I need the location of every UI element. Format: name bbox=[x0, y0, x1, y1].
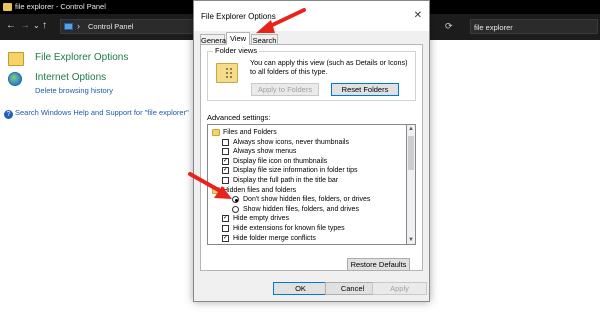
setting-checkbox[interactable] bbox=[222, 138, 229, 146]
result-title[interactable]: Internet Options bbox=[35, 72, 106, 83]
control-panel-icon bbox=[64, 23, 73, 30]
address-path[interactable]: Control Panel bbox=[88, 22, 133, 31]
setting-label: Always show icons, never thumbnails bbox=[233, 138, 349, 146]
setting-checkbox[interactable] bbox=[222, 225, 229, 232]
chevron-down-icon[interactable]: ⌄ bbox=[33, 20, 40, 32]
annotation-arrow-hidden-files bbox=[188, 172, 232, 199]
restore-defaults-button[interactable]: Restore Defaults bbox=[347, 258, 410, 271]
folder-options-icon bbox=[8, 52, 24, 66]
apply-button[interactable]: Apply bbox=[372, 282, 427, 295]
help-link[interactable]: ? Search Windows Help and Support for "fi… bbox=[4, 108, 189, 119]
advanced-settings-label: Advanced settings: bbox=[207, 113, 271, 122]
search-box[interactable] bbox=[470, 19, 598, 34]
result-title[interactable]: File Explorer Options bbox=[35, 52, 128, 63]
setting-label: Always show menus bbox=[233, 148, 297, 156]
folder-views-group: Folder views You can apply this view (su… bbox=[207, 46, 416, 101]
folder-icon bbox=[3, 3, 12, 11]
reset-folders-button[interactable]: Reset Folders bbox=[331, 83, 399, 96]
scroll-up-icon[interactable]: ▲ bbox=[408, 126, 414, 132]
close-icon[interactable]: ✕ bbox=[414, 10, 422, 21]
folder-icon bbox=[212, 129, 220, 136]
setting-label: Display the full path in the title bar bbox=[233, 177, 339, 184]
tab-general[interactable]: General bbox=[200, 34, 228, 45]
setting-label: Files and Folders bbox=[223, 129, 277, 136]
result-subtitle-link[interactable]: Delete browsing history bbox=[35, 86, 113, 95]
forward-arrow-icon[interactable]: → bbox=[20, 20, 30, 32]
tab-view[interactable]: View bbox=[226, 32, 250, 45]
back-arrow-icon[interactable]: ← bbox=[6, 20, 16, 32]
search-input[interactable] bbox=[474, 22, 594, 32]
scroll-down-icon[interactable]: ▼ bbox=[408, 237, 414, 243]
view-tab-panel: Folder views You can apply this view (su… bbox=[200, 44, 423, 271]
advanced-settings-scrollbar[interactable]: ▲ ▼ bbox=[407, 124, 416, 245]
help-question-icon: ? bbox=[4, 110, 13, 119]
folder-views-icon bbox=[216, 63, 238, 83]
setting-checkbox[interactable]: ✓ bbox=[222, 157, 229, 165]
up-arrow-icon[interactable]: ↑ bbox=[42, 20, 47, 32]
chevron-right-icon[interactable]: › bbox=[77, 21, 80, 31]
setting-label: Display file size information in folder … bbox=[233, 167, 358, 175]
apply-to-folders-button[interactable]: Apply to Folders bbox=[251, 83, 319, 96]
setting-label: Hide folder merge conflicts bbox=[233, 234, 316, 242]
setting-label: Don't show hidden files, folders, or dri… bbox=[243, 196, 371, 204]
folder-views-description: You can apply this view (such as Details… bbox=[250, 58, 408, 76]
refresh-icon[interactable]: ⟳ bbox=[445, 21, 453, 32]
globe-icon bbox=[8, 72, 22, 86]
setting-checkbox[interactable] bbox=[222, 148, 229, 156]
file-explorer-options-dialog: File Explorer Options ✕ General View Sea… bbox=[193, 0, 430, 302]
folder-views-legend: Folder views bbox=[213, 46, 260, 55]
setting-checkbox[interactable]: ✓ bbox=[222, 234, 229, 242]
window-title: file explorer - Control Panel bbox=[15, 2, 106, 11]
setting-checkbox[interactable]: ✓ bbox=[222, 215, 229, 223]
help-link-text[interactable]: Search Windows Help and Support for "fil… bbox=[15, 108, 189, 117]
setting-label: Hide extensions for known file types bbox=[233, 225, 345, 232]
setting-label: Show hidden files, folders, and drives bbox=[243, 205, 359, 213]
address-bar[interactable]: › Control Panel bbox=[60, 19, 195, 34]
setting-label: Display file icon on thumbnails bbox=[233, 157, 328, 165]
annotation-arrow-view-tab bbox=[256, 8, 306, 33]
scroll-thumb[interactable] bbox=[408, 136, 414, 170]
ok-button[interactable]: OK bbox=[273, 282, 328, 295]
setting-label: Hide empty drives bbox=[233, 215, 290, 223]
